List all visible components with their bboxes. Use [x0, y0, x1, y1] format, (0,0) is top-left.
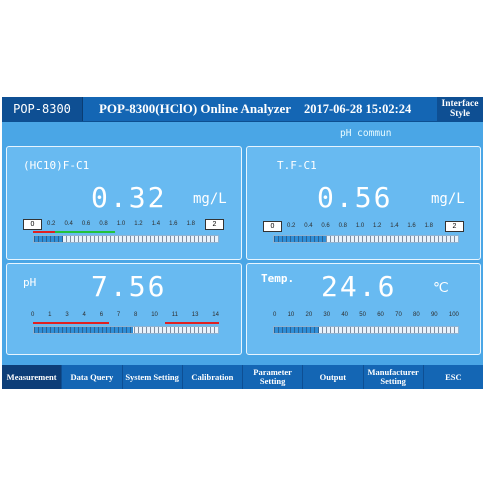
nav-system-setting[interactable]: System Setting [123, 365, 183, 389]
tick-label: 1.8 [186, 221, 195, 227]
scale-graduations [274, 236, 458, 242]
tfcl-unit: mg/L [431, 191, 465, 207]
nav-parameter-setting[interactable]: Parameter Setting [243, 365, 304, 389]
ph-value: 7.56 [91, 270, 167, 303]
hclo-tick-labels: 0.2 0.4 0.6 0.8 1.0 1.2 1.4 1.6 1.8 [47, 221, 195, 227]
tick-label: 0.6 [81, 221, 91, 227]
nav-manufacturer-setting[interactable]: Manufacturer Setting [364, 365, 424, 389]
nav-measurement[interactable]: Measurement [2, 365, 63, 389]
tick-label: 11 [171, 312, 178, 318]
tick-label: 1.4 [151, 221, 161, 227]
hclo-unit: mg/L [193, 191, 227, 207]
hclo-low-alarm-band [33, 231, 55, 233]
tick-label: 90 [430, 312, 438, 318]
tick-label: 40 [341, 312, 349, 318]
nav-calibration[interactable]: Calibration [183, 365, 243, 389]
tick-label: 1.4 [390, 223, 399, 229]
model-label: POP-8300 [2, 97, 83, 121]
tick-label: 4 [82, 312, 86, 318]
tick-label: 0.4 [304, 223, 313, 229]
bottom-nav: Measurement Data Query System Setting Ca… [2, 365, 483, 389]
tick-label: 1.6 [169, 221, 178, 227]
ph-high-alarm-band [165, 322, 219, 324]
temp-label: Temp. [261, 272, 295, 285]
hclo-value: 0.32 [91, 181, 167, 214]
tfcl-label: T.F-C1 [277, 159, 317, 172]
datetime-display: 2017-06-28 15:02:24 [304, 102, 412, 116]
tick-label: 0 [31, 312, 35, 318]
scale-graduations [34, 236, 218, 242]
tick-label: 10 [287, 312, 295, 318]
ph-panel: pH 7.56 0 1 3 4 6 7 8 10 11 13 14 [6, 263, 242, 355]
tfcl-value: 0.56 [317, 181, 393, 214]
tfcl-panel: T.F-C1 0.56 mg/L 0 0.2 0.4 0.6 0.8 1.0 1… [246, 146, 481, 260]
tick-label: 50 [359, 312, 366, 318]
analyzer-screen: POP-8300 POP-8300(HClO) Online Analyzer … [2, 97, 483, 389]
tfcl-range-min: 0 [263, 221, 282, 232]
tick-label: 80 [413, 312, 420, 318]
temp-panel: Temp. 24.6 ℃ 0 10 20 30 40 50 60 70 80 9… [246, 263, 481, 355]
tick-label: 1.6 [407, 223, 416, 229]
tick-label: 1.2 [373, 223, 382, 229]
tick-label: 70 [395, 312, 402, 318]
tfcl-range-max: 2 [445, 221, 464, 232]
tick-label: 3 [65, 312, 69, 318]
tick-label: 100 [448, 312, 459, 318]
ph-low-alarm-band [33, 322, 109, 324]
tick-label: 8 [134, 312, 138, 318]
hclo-normal-band [55, 231, 115, 233]
tick-label: 14 [212, 312, 219, 318]
tick-label: 1.0 [355, 223, 365, 229]
tick-label: 0.2 [287, 223, 296, 229]
tick-label: 0.8 [338, 223, 347, 229]
tfcl-level-bar [273, 235, 459, 243]
tick-label: 1.2 [134, 221, 143, 227]
nav-esc[interactable]: ESC [424, 365, 483, 389]
tick-label: 1.0 [116, 221, 126, 227]
hclo-range-max: 2 [205, 219, 224, 230]
nav-output[interactable]: Output [303, 365, 364, 389]
tick-label: 0.4 [64, 221, 73, 227]
tick-label: 1 [48, 312, 52, 318]
hclo-range-min: 0 [23, 219, 42, 230]
tick-label: 0 [273, 312, 277, 318]
ph-label: pH [23, 276, 37, 289]
tick-label: 7 [116, 312, 121, 318]
tick-label: 6 [99, 312, 104, 318]
ph-tick-labels: 0 1 3 4 6 7 8 10 11 13 14 [31, 312, 219, 318]
interface-style-button[interactable]: Interface Style [437, 97, 483, 121]
tick-label: 20 [305, 312, 313, 318]
tick-label: 10 [151, 312, 158, 318]
hclo-level-bar [33, 235, 219, 243]
tick-label: 13 [191, 312, 199, 318]
communication-status: pH commun [340, 128, 392, 139]
app-title: POP-8300(HClO) Online Analyzer [98, 101, 292, 116]
top-bar: POP-8300 POP-8300(HClO) Online Analyzer … [2, 97, 483, 122]
temp-value: 24.6 [321, 270, 397, 303]
tick-label: 0.2 [47, 221, 56, 227]
tick-label: 0.6 [321, 223, 330, 229]
tick-label: 1.8 [424, 223, 433, 229]
tick-label: 0.8 [99, 221, 108, 227]
temp-unit: ℃ [433, 280, 449, 296]
scale-graduations [274, 327, 458, 333]
temp-tick-labels: 0 10 20 30 40 50 60 70 80 90 100 [273, 312, 459, 318]
tick-label: 60 [377, 312, 384, 318]
temp-level-bar [273, 326, 459, 334]
ph-level-bar [33, 326, 219, 334]
nav-data-query[interactable]: Data Query [62, 365, 123, 389]
tick-label: 30 [323, 312, 331, 318]
tfcl-tick-labels: 0.2 0.4 0.6 0.8 1.0 1.2 1.4 1.6 1.8 [287, 223, 433, 229]
hclo-panel: (HC10)F-C1 0.32 mg/L 0 0.2 0.4 0.6 0.8 1… [6, 146, 242, 260]
scale-graduations [34, 327, 218, 333]
hclo-label: (HC10)F-C1 [23, 159, 90, 172]
